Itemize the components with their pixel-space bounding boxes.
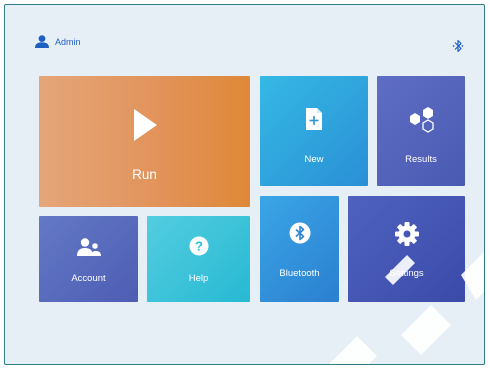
new-tile[interactable]: New <box>260 76 368 186</box>
settings-label: Settings <box>389 268 424 279</box>
help-tile[interactable]: ? Help <box>147 216 250 302</box>
bluetooth-icon <box>289 222 310 244</box>
bluetooth-tile[interactable]: Bluetooth <box>260 196 339 302</box>
users-icon <box>76 238 101 256</box>
gear-icon <box>394 222 419 246</box>
account-tile[interactable]: Account <box>39 216 138 302</box>
bluetooth-icon[interactable] <box>452 39 464 53</box>
bluetooth-label: Bluetooth <box>279 268 320 279</box>
new-label: New <box>304 154 324 165</box>
username-label: Admin <box>55 36 81 47</box>
help-icon: ? <box>189 236 208 256</box>
user-info[interactable]: Admin <box>35 35 81 48</box>
help-label: Help <box>188 273 209 284</box>
user-icon <box>35 35 49 48</box>
new-file-icon <box>306 108 322 130</box>
hexagons-icon <box>410 107 434 133</box>
results-tile[interactable]: Results <box>377 76 465 186</box>
run-tile[interactable]: Run <box>39 76 250 207</box>
play-icon <box>133 109 157 141</box>
run-label: Run <box>132 167 157 182</box>
settings-tile[interactable]: Settings <box>348 196 465 302</box>
main-screen: Admin Run New Results Account ? Help Blu… <box>4 4 485 365</box>
svg-text:?: ? <box>195 239 203 254</box>
account-label: Account <box>71 273 106 284</box>
results-label: Results <box>405 154 437 165</box>
